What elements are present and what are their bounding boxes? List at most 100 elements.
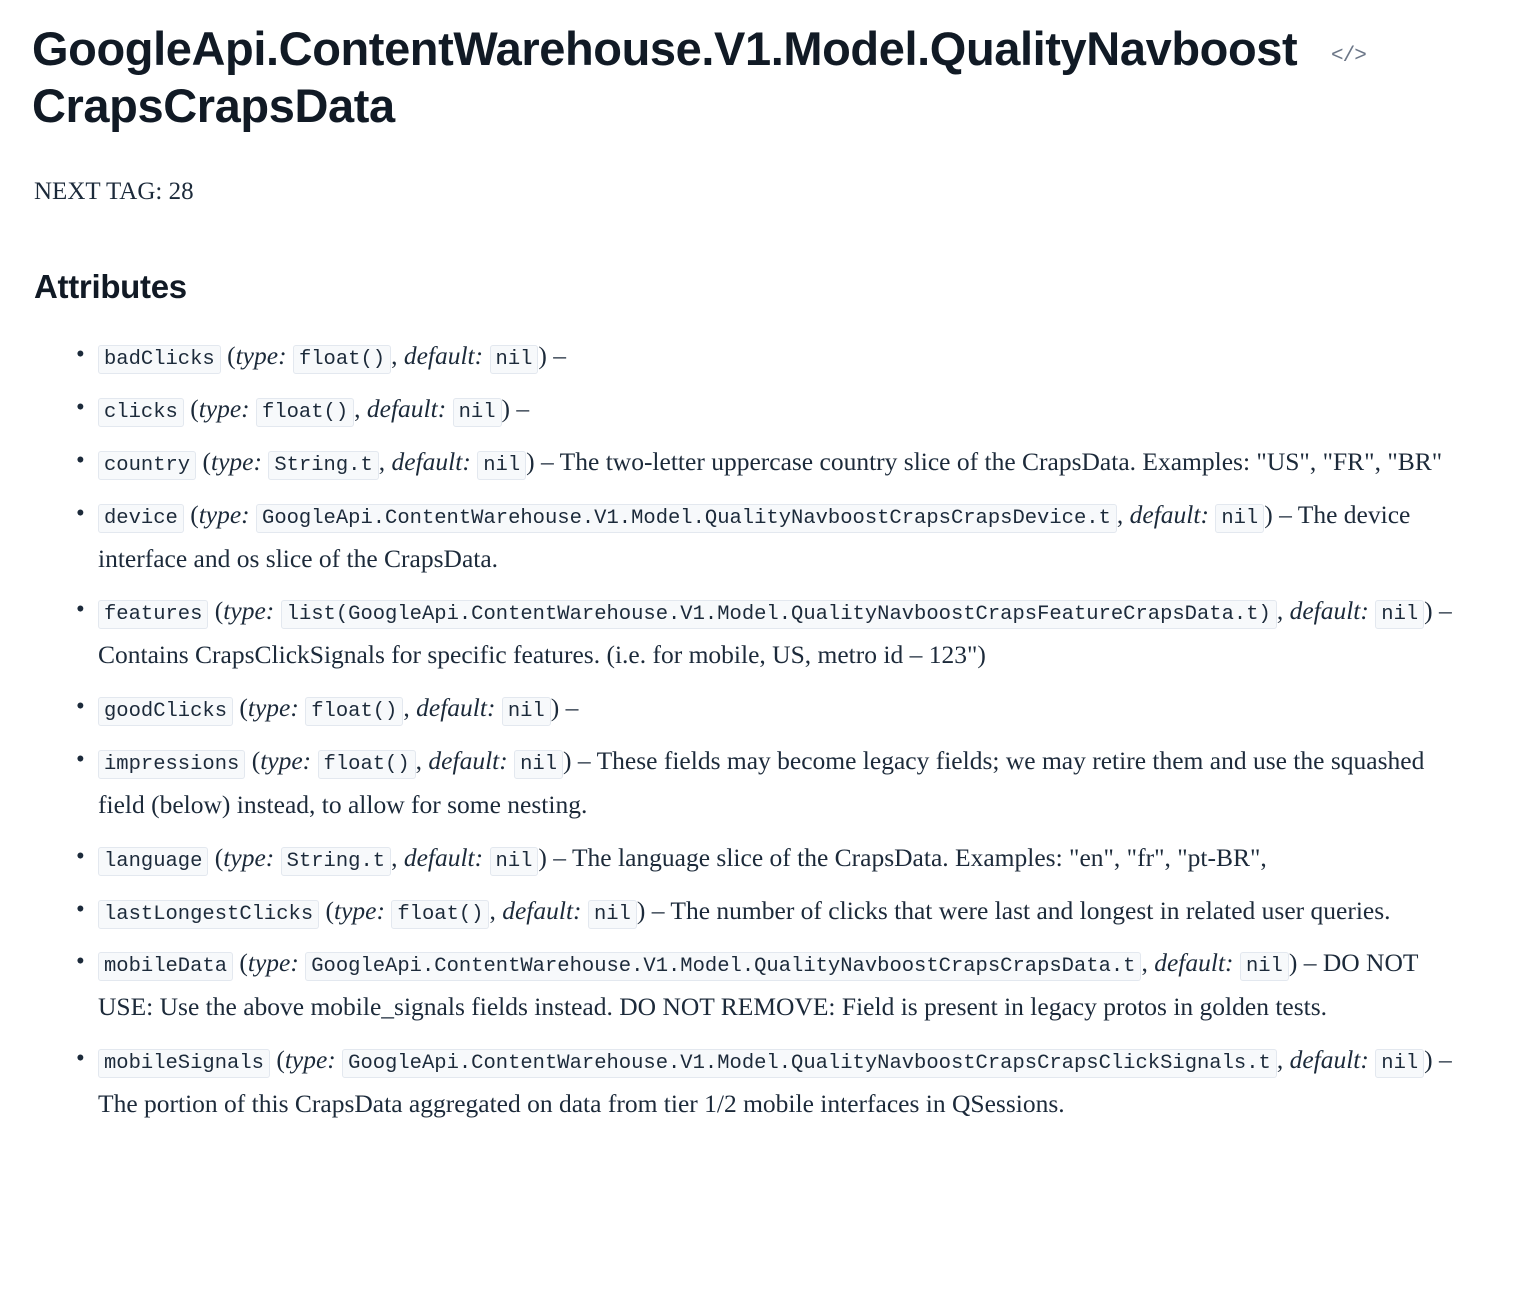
attribute-item: country (type: String.t, default: nil) –… <box>32 439 1458 484</box>
close-paren: ) <box>501 394 511 424</box>
attribute-description: Contains CrapsClickSignals for specific … <box>98 640 986 670</box>
open-paren: ( <box>276 1045 285 1075</box>
default-label: default: <box>1289 1045 1369 1075</box>
attribute-name: device <box>98 503 184 533</box>
dash-separator: – <box>565 693 579 723</box>
dash-separator: – <box>651 895 665 925</box>
attribute-type: String.t <box>268 450 379 480</box>
close-paren: ) <box>538 842 547 872</box>
attribute-default: nil <box>587 899 637 929</box>
close-paren: ) <box>1288 948 1298 978</box>
attribute-item: impressions (type: float(), default: nil… <box>32 738 1458 827</box>
default-label: default: <box>366 394 447 424</box>
default-label: default: <box>391 446 471 476</box>
attribute-item: language (type: String.t, default: nil) … <box>32 835 1458 880</box>
open-paren: ( <box>190 499 199 529</box>
attribute-type: float() <box>292 345 392 375</box>
type-label: type: <box>284 1045 336 1075</box>
attribute-type: float() <box>256 398 355 428</box>
type-label: type: <box>260 746 312 776</box>
attribute-name: mobileSignals <box>98 1049 270 1079</box>
type-label: type: <box>198 394 250 424</box>
attributes-list: badClicks (type: float(), default: nil) … <box>32 333 1496 1126</box>
close-paren: ) <box>563 746 572 776</box>
attribute-name: clicks <box>98 398 184 428</box>
dash-separator: – <box>1439 596 1452 626</box>
open-paren: ( <box>202 446 212 476</box>
type-label: type: <box>198 499 250 529</box>
attribute-item: goodClicks (type: float(), default: nil)… <box>32 685 1458 730</box>
attribute-type: GoogleApi.ContentWarehouse.V1.Model.Qual… <box>342 1049 1277 1079</box>
comma-separator: , <box>391 341 398 371</box>
attribute-default: nil <box>1215 503 1265 533</box>
default-label: default: <box>1129 499 1209 529</box>
title-row: GoogleApi.ContentWarehouse.V1.Model.Qual… <box>32 20 1377 135</box>
attribute-description: The language slice of the CrapsData. Exa… <box>571 842 1267 872</box>
attribute-type: GoogleApi.ContentWarehouse.V1.Model.Qual… <box>256 503 1117 533</box>
close-paren: ) <box>526 446 535 476</box>
attribute-default: nil <box>1375 600 1425 630</box>
default-label: default: <box>416 693 496 723</box>
attribute-default: nil <box>452 398 502 428</box>
dash-separator: – <box>541 446 554 476</box>
comma-separator: , <box>415 746 423 776</box>
attribute-item: lastLongestClicks (type: float(), defaul… <box>32 888 1458 933</box>
close-paren: ) <box>636 895 646 925</box>
attribute-type: list(GoogleApi.ContentWarehouse.V1.Model… <box>280 600 1277 630</box>
attribute-item: features (type: list(GoogleApi.ContentWa… <box>32 588 1458 677</box>
default-label: default: <box>403 341 484 371</box>
attribute-description: The number of clicks that were last and … <box>670 895 1391 925</box>
open-paren: ( <box>239 948 248 978</box>
type-label: type: <box>247 693 299 723</box>
open-paren: ( <box>251 746 261 776</box>
close-paren: ) <box>1424 1045 1433 1075</box>
code-icon[interactable]: </> <box>1331 46 1367 67</box>
comma-separator: , <box>1116 499 1124 529</box>
default-label: default: <box>502 895 582 925</box>
attribute-type: float() <box>317 750 416 780</box>
dash-separator: – <box>553 842 567 872</box>
attribute-default: nil <box>477 450 527 480</box>
open-paren: ( <box>239 693 248 723</box>
attribute-type: float() <box>305 697 404 727</box>
type-label: type: <box>211 446 262 476</box>
comma-separator: , <box>403 693 410 723</box>
attribute-item: mobileSignals (type: GoogleApi.ContentWa… <box>32 1037 1458 1126</box>
close-paren: ) <box>1264 499 1273 529</box>
attribute-type: String.t <box>280 846 392 876</box>
type-label: type: <box>223 596 275 626</box>
attribute-name: lastLongestClicks <box>98 899 320 929</box>
attribute-name: country <box>98 450 197 480</box>
comma-separator: , <box>1141 948 1148 978</box>
default-label: default: <box>1154 948 1234 978</box>
comma-separator: , <box>378 446 386 476</box>
dash-separator: – <box>1303 948 1317 978</box>
attribute-default: nil <box>501 697 551 727</box>
attribute-default: nil <box>489 345 539 375</box>
comma-separator: , <box>489 895 496 925</box>
type-label: type: <box>223 842 275 872</box>
dash-separator: – <box>1439 1045 1452 1075</box>
attribute-name: goodClicks <box>98 697 234 727</box>
attribute-type: float() <box>391 899 490 929</box>
attribute-default: nil <box>489 846 539 876</box>
type-label: type: <box>247 948 299 978</box>
close-paren: ) <box>1424 596 1433 626</box>
attribute-name: features <box>98 600 209 630</box>
type-label: type: <box>334 895 385 925</box>
comma-separator: , <box>354 394 361 424</box>
attribute-item: mobileData (type: GoogleApi.ContentWareh… <box>32 940 1458 1029</box>
attributes-heading: Attributes <box>34 268 187 306</box>
attribute-default: nil <box>1375 1049 1425 1079</box>
documentation-page: GoogleApi.ContentWarehouse.V1.Model.Qual… <box>0 0 1536 1145</box>
dash-separator: – <box>577 746 591 776</box>
attribute-default: nil <box>514 750 564 780</box>
dash-separator: – <box>516 394 530 424</box>
attribute-name: badClicks <box>98 345 221 375</box>
page-title: GoogleApi.ContentWarehouse.V1.Model.Qual… <box>32 22 1298 133</box>
next-tag-text: NEXT TAG: 28 <box>34 177 194 205</box>
type-label: type: <box>235 341 287 371</box>
attribute-description: The portion of this CrapsData aggregated… <box>98 1089 1065 1119</box>
open-paren: ( <box>190 394 199 424</box>
attribute-name: language <box>98 846 209 876</box>
